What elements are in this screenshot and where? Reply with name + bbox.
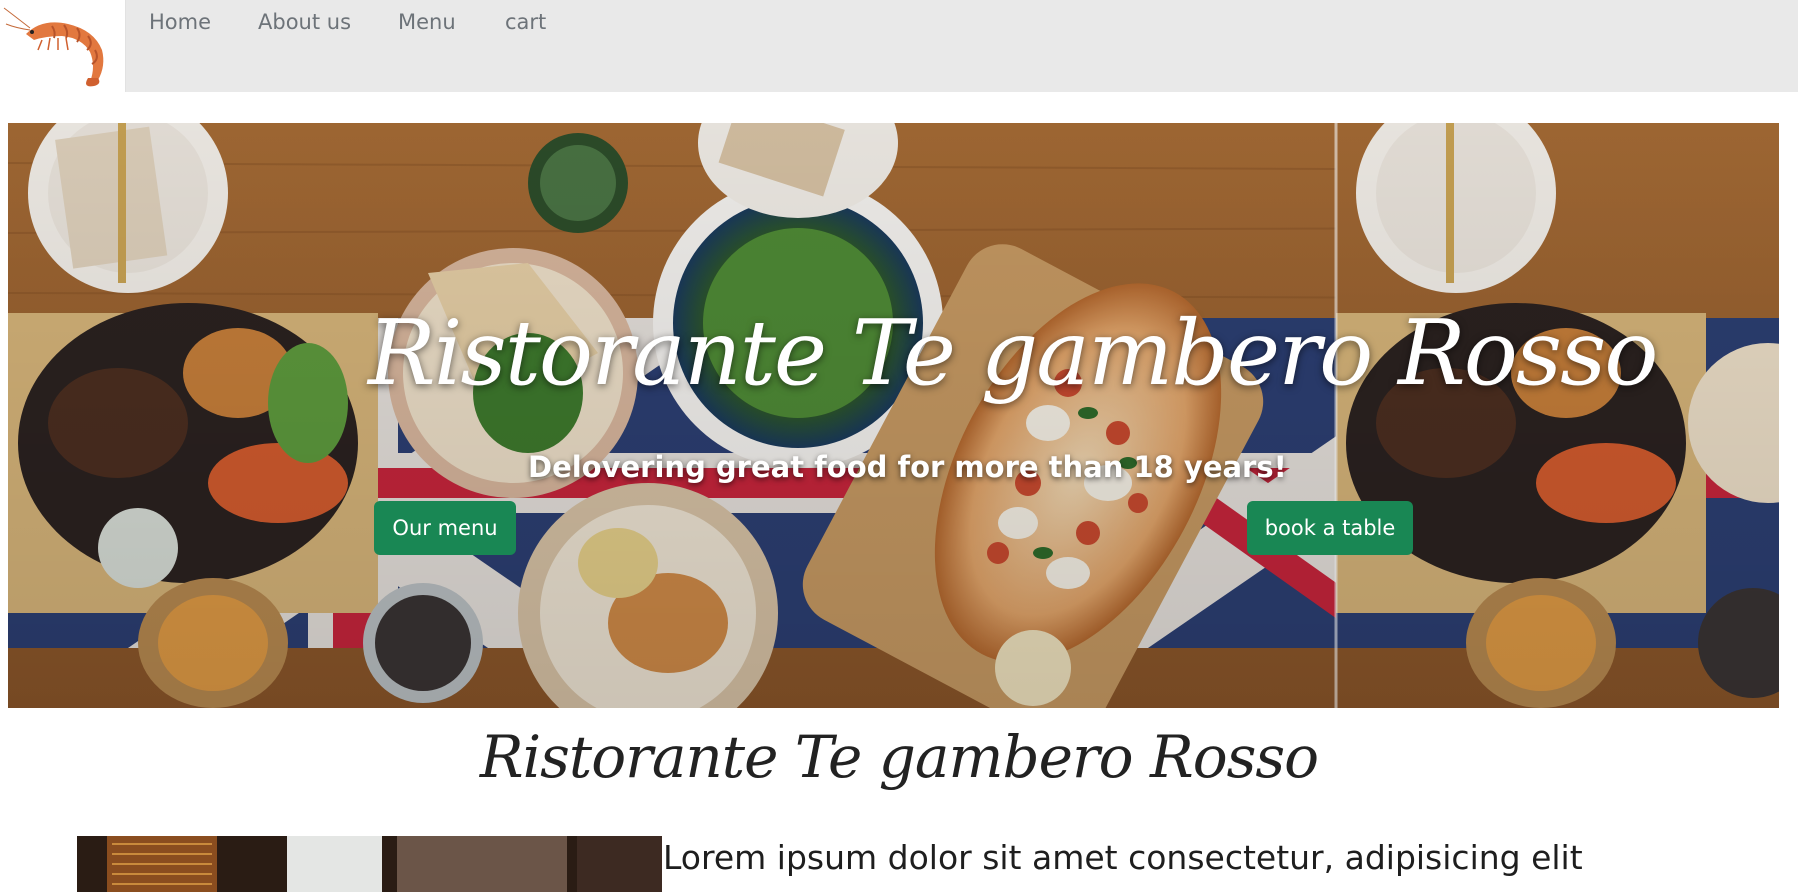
nav-link-menu[interactable]: Menu [398,10,456,34]
hero-food-photo [8,123,1779,708]
book-table-button[interactable]: book a table [1247,501,1413,555]
shrimp-icon [3,7,104,87]
hero-title: Ristorante Te gambero Rosso [368,301,1659,406]
nav-link-about-us[interactable]: About us [258,10,351,34]
restaurant-interior-photo [77,836,662,892]
hero-banner: Ristorante Te gambero Rosso Delovering g… [8,123,1779,708]
section-heading: Lorem ipsum dolor sit amet consectetur, … [663,838,1583,877]
our-menu-button[interactable]: Our menu [374,501,516,555]
hero-subtitle: Delovering great food for more than 18 y… [528,450,1287,484]
nav-link-home[interactable]: Home [149,10,211,34]
navbar: Home About us Menu cart [0,0,1798,92]
interior-photo-graphic [77,836,662,892]
nav-link-cart[interactable]: cart [505,10,546,34]
logo[interactable] [0,0,126,92]
section-title: Ristorante Te gambero Rosso [479,723,1319,791]
